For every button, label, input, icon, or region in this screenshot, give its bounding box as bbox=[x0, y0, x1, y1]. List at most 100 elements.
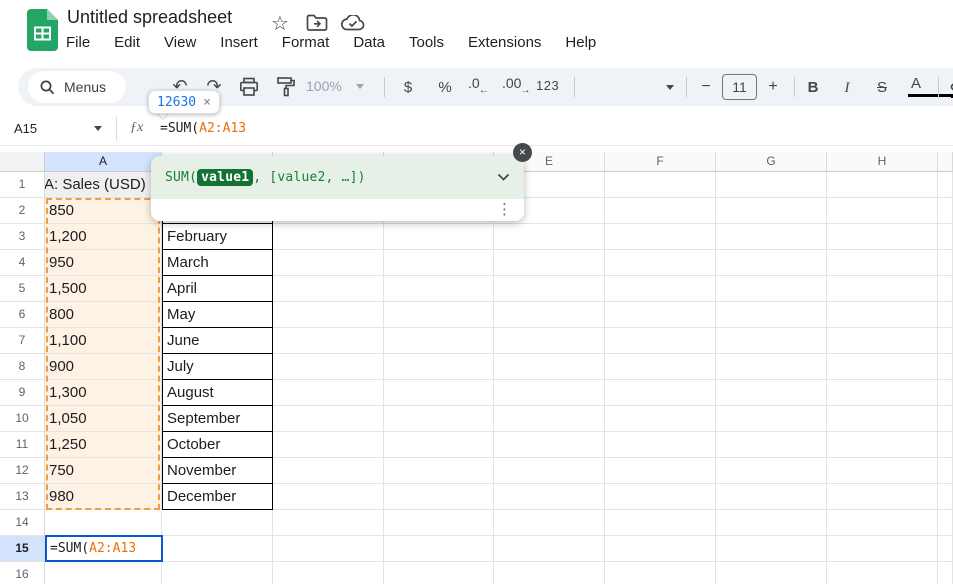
cell-C15[interactable] bbox=[273, 536, 384, 562]
cell-F15[interactable] bbox=[605, 536, 716, 562]
cell-B11[interactable]: October bbox=[162, 432, 273, 458]
cell-I2[interactable] bbox=[938, 198, 953, 224]
cell-F7[interactable] bbox=[605, 328, 716, 354]
cell-C7[interactable] bbox=[273, 328, 384, 354]
cell-A9[interactable]: 1,300 bbox=[45, 380, 162, 406]
row-header-12[interactable]: 12 bbox=[0, 458, 45, 484]
cell-A12[interactable]: 750 bbox=[45, 458, 162, 484]
cell-B5[interactable]: April bbox=[162, 276, 273, 302]
cell-F6[interactable] bbox=[605, 302, 716, 328]
close-icon[interactable]: × bbox=[513, 143, 532, 162]
row-header-11[interactable]: 11 bbox=[0, 432, 45, 458]
cell-E10[interactable] bbox=[494, 406, 605, 432]
star-icon[interactable]: ☆ bbox=[271, 11, 289, 36]
cell-E8[interactable] bbox=[494, 354, 605, 380]
cell-I7[interactable] bbox=[938, 328, 953, 354]
menu-item-view[interactable]: View bbox=[164, 34, 196, 51]
cell-C9[interactable] bbox=[273, 380, 384, 406]
row-header-15[interactable]: 15 bbox=[0, 536, 45, 562]
menus-search-button[interactable]: Menus bbox=[28, 71, 126, 103]
cell-E5[interactable] bbox=[494, 276, 605, 302]
cell-D8[interactable] bbox=[384, 354, 494, 380]
decrease-font-size-button[interactable]: − bbox=[696, 75, 716, 99]
row-header-5[interactable]: 5 bbox=[0, 276, 45, 302]
cell-F16[interactable] bbox=[605, 562, 716, 584]
cell-D3[interactable] bbox=[384, 224, 494, 250]
name-box[interactable]: A15 bbox=[14, 121, 37, 136]
cell-B8[interactable]: July bbox=[162, 354, 273, 380]
cell-E11[interactable] bbox=[494, 432, 605, 458]
column-header-g[interactable]: G bbox=[716, 152, 827, 172]
menu-item-extensions[interactable]: Extensions bbox=[468, 34, 541, 51]
menu-item-tools[interactable]: Tools bbox=[409, 34, 444, 51]
cell-D5[interactable] bbox=[384, 276, 494, 302]
cell-D16[interactable] bbox=[384, 562, 494, 584]
column-header-f[interactable]: F bbox=[605, 152, 716, 172]
cell-I9[interactable] bbox=[938, 380, 953, 406]
cell-G16[interactable] bbox=[716, 562, 827, 584]
cell-H1[interactable] bbox=[827, 172, 938, 198]
menu-item-data[interactable]: Data bbox=[353, 34, 385, 51]
cloud-saved-icon[interactable] bbox=[341, 15, 365, 31]
cell-E4[interactable] bbox=[494, 250, 605, 276]
zoom-control[interactable]: 100% bbox=[306, 78, 342, 94]
cell-F4[interactable] bbox=[605, 250, 716, 276]
cell-H10[interactable] bbox=[827, 406, 938, 432]
cell-A3[interactable]: 1,200 bbox=[45, 224, 162, 250]
cell-C6[interactable] bbox=[273, 302, 384, 328]
cell-G13[interactable] bbox=[716, 484, 827, 510]
cell-G6[interactable] bbox=[716, 302, 827, 328]
decrease-decimal-button[interactable]: .0← bbox=[468, 75, 490, 91]
cell-A14[interactable] bbox=[45, 510, 162, 536]
format-percent-button[interactable]: % bbox=[434, 76, 456, 100]
cell-B3[interactable]: February bbox=[162, 224, 273, 250]
row-header-9[interactable]: 9 bbox=[0, 380, 45, 406]
cell-editor-A15[interactable]: =SUM(A2:A13 bbox=[45, 535, 163, 562]
strikethrough-button[interactable]: S bbox=[873, 76, 891, 100]
row-header-10[interactable]: 10 bbox=[0, 406, 45, 432]
cell-D10[interactable] bbox=[384, 406, 494, 432]
cell-G14[interactable] bbox=[716, 510, 827, 536]
cell-B9[interactable]: August bbox=[162, 380, 273, 406]
cell-A10[interactable]: 1,050 bbox=[45, 406, 162, 432]
cell-B6[interactable]: May bbox=[162, 302, 273, 328]
cell-I6[interactable] bbox=[938, 302, 953, 328]
cell-G4[interactable] bbox=[716, 250, 827, 276]
row-header-1[interactable]: 1 bbox=[0, 172, 45, 198]
cell-D4[interactable] bbox=[384, 250, 494, 276]
cell-H14[interactable] bbox=[827, 510, 938, 536]
cell-E3[interactable] bbox=[494, 224, 605, 250]
cell-H16[interactable] bbox=[827, 562, 938, 584]
cell-A11[interactable]: 1,250 bbox=[45, 432, 162, 458]
font-size-input[interactable]: 11 bbox=[722, 74, 757, 100]
cell-E13[interactable] bbox=[494, 484, 605, 510]
menu-item-format[interactable]: Format bbox=[282, 34, 330, 51]
cell-B14[interactable] bbox=[162, 510, 273, 536]
cell-H5[interactable] bbox=[827, 276, 938, 302]
cell-D14[interactable] bbox=[384, 510, 494, 536]
cell-D6[interactable] bbox=[384, 302, 494, 328]
cell-B16[interactable] bbox=[162, 562, 273, 584]
cell-C16[interactable] bbox=[273, 562, 384, 584]
cell-I5[interactable] bbox=[938, 276, 953, 302]
cell-I15[interactable] bbox=[938, 536, 953, 562]
cell-B13[interactable]: December bbox=[162, 484, 273, 510]
cell-A5[interactable]: 1,500 bbox=[45, 276, 162, 302]
cell-I10[interactable] bbox=[938, 406, 953, 432]
cell-F2[interactable] bbox=[605, 198, 716, 224]
fill-color-icon[interactable] bbox=[949, 76, 953, 98]
cell-I14[interactable] bbox=[938, 510, 953, 536]
cell-H2[interactable] bbox=[827, 198, 938, 224]
increase-decimal-button[interactable]: .00→ bbox=[502, 75, 531, 91]
cell-D7[interactable] bbox=[384, 328, 494, 354]
cell-G1[interactable] bbox=[716, 172, 827, 198]
cell-C12[interactable] bbox=[273, 458, 384, 484]
column-header-h[interactable]: H bbox=[827, 152, 938, 172]
row-header-8[interactable]: 8 bbox=[0, 354, 45, 380]
text-color-button[interactable]: A bbox=[911, 75, 953, 92]
cell-F5[interactable] bbox=[605, 276, 716, 302]
cell-C13[interactable] bbox=[273, 484, 384, 510]
cell-F13[interactable] bbox=[605, 484, 716, 510]
print-icon[interactable] bbox=[239, 77, 259, 97]
cell-F1[interactable] bbox=[605, 172, 716, 198]
